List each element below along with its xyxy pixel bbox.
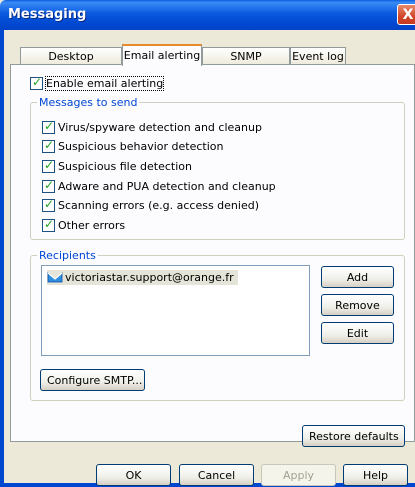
configure-smtp-button[interactable]: Configure SMTP... — [40, 369, 145, 391]
apply-button[interactable]: Apply — [261, 464, 336, 486]
recipients-title: Recipients — [37, 249, 98, 262]
title-bar[interactable]: Messaging X — [0, 0, 415, 30]
messaging-dialog: Messaging X Desktop messaging Email aler… — [0, 0, 415, 487]
other-errors-label[interactable]: Other errors — [58, 219, 125, 232]
suspicious-file-checkbox[interactable] — [42, 158, 55, 173]
scanning-errors-checkbox[interactable] — [42, 197, 55, 212]
recipients-list[interactable]: victoriastar.support@orange.fr — [41, 265, 310, 356]
window-frame-left — [0, 30, 4, 487]
help-button[interactable]: Help — [343, 464, 408, 486]
window-title: Messaging — [8, 7, 87, 22]
virus-spyware-checkbox[interactable] — [42, 119, 55, 134]
close-button[interactable]: X — [397, 4, 415, 25]
restore-defaults-button[interactable]: Restore defaults — [302, 425, 405, 447]
enable-email-alerting-checkbox[interactable] — [30, 75, 43, 90]
messages-to-send-title: Messages to send — [37, 96, 140, 109]
suspicious-behavior-label[interactable]: Suspicious behavior detection — [58, 140, 223, 153]
tab-email-alerting[interactable]: Email alerting — [122, 44, 202, 66]
adware-pua-label[interactable]: Adware and PUA detection and cleanup — [58, 180, 276, 193]
list-item[interactable]: victoriastar.support@orange.fr — [47, 270, 238, 285]
suspicious-behavior-checkbox[interactable] — [42, 138, 55, 153]
other-errors-checkbox[interactable] — [42, 217, 55, 232]
virus-spyware-label[interactable]: Virus/spyware detection and cleanup — [58, 121, 262, 134]
remove-button[interactable]: Remove — [321, 294, 394, 316]
recipient-email: victoriastar.support@orange.fr — [65, 271, 234, 284]
add-button[interactable]: Add — [321, 266, 394, 288]
edit-button[interactable]: Edit — [321, 322, 394, 344]
suspicious-file-label[interactable]: Suspicious file detection — [58, 160, 192, 173]
enable-email-alerting-label[interactable]: Enable email alerting — [44, 76, 165, 91]
scanning-errors-label[interactable]: Scanning errors (e.g. access denied) — [58, 199, 259, 212]
adware-pua-checkbox[interactable] — [42, 178, 55, 193]
email-recipient-icon — [47, 272, 63, 283]
ok-button[interactable]: OK — [96, 464, 171, 486]
cancel-button[interactable]: Cancel — [179, 464, 254, 486]
